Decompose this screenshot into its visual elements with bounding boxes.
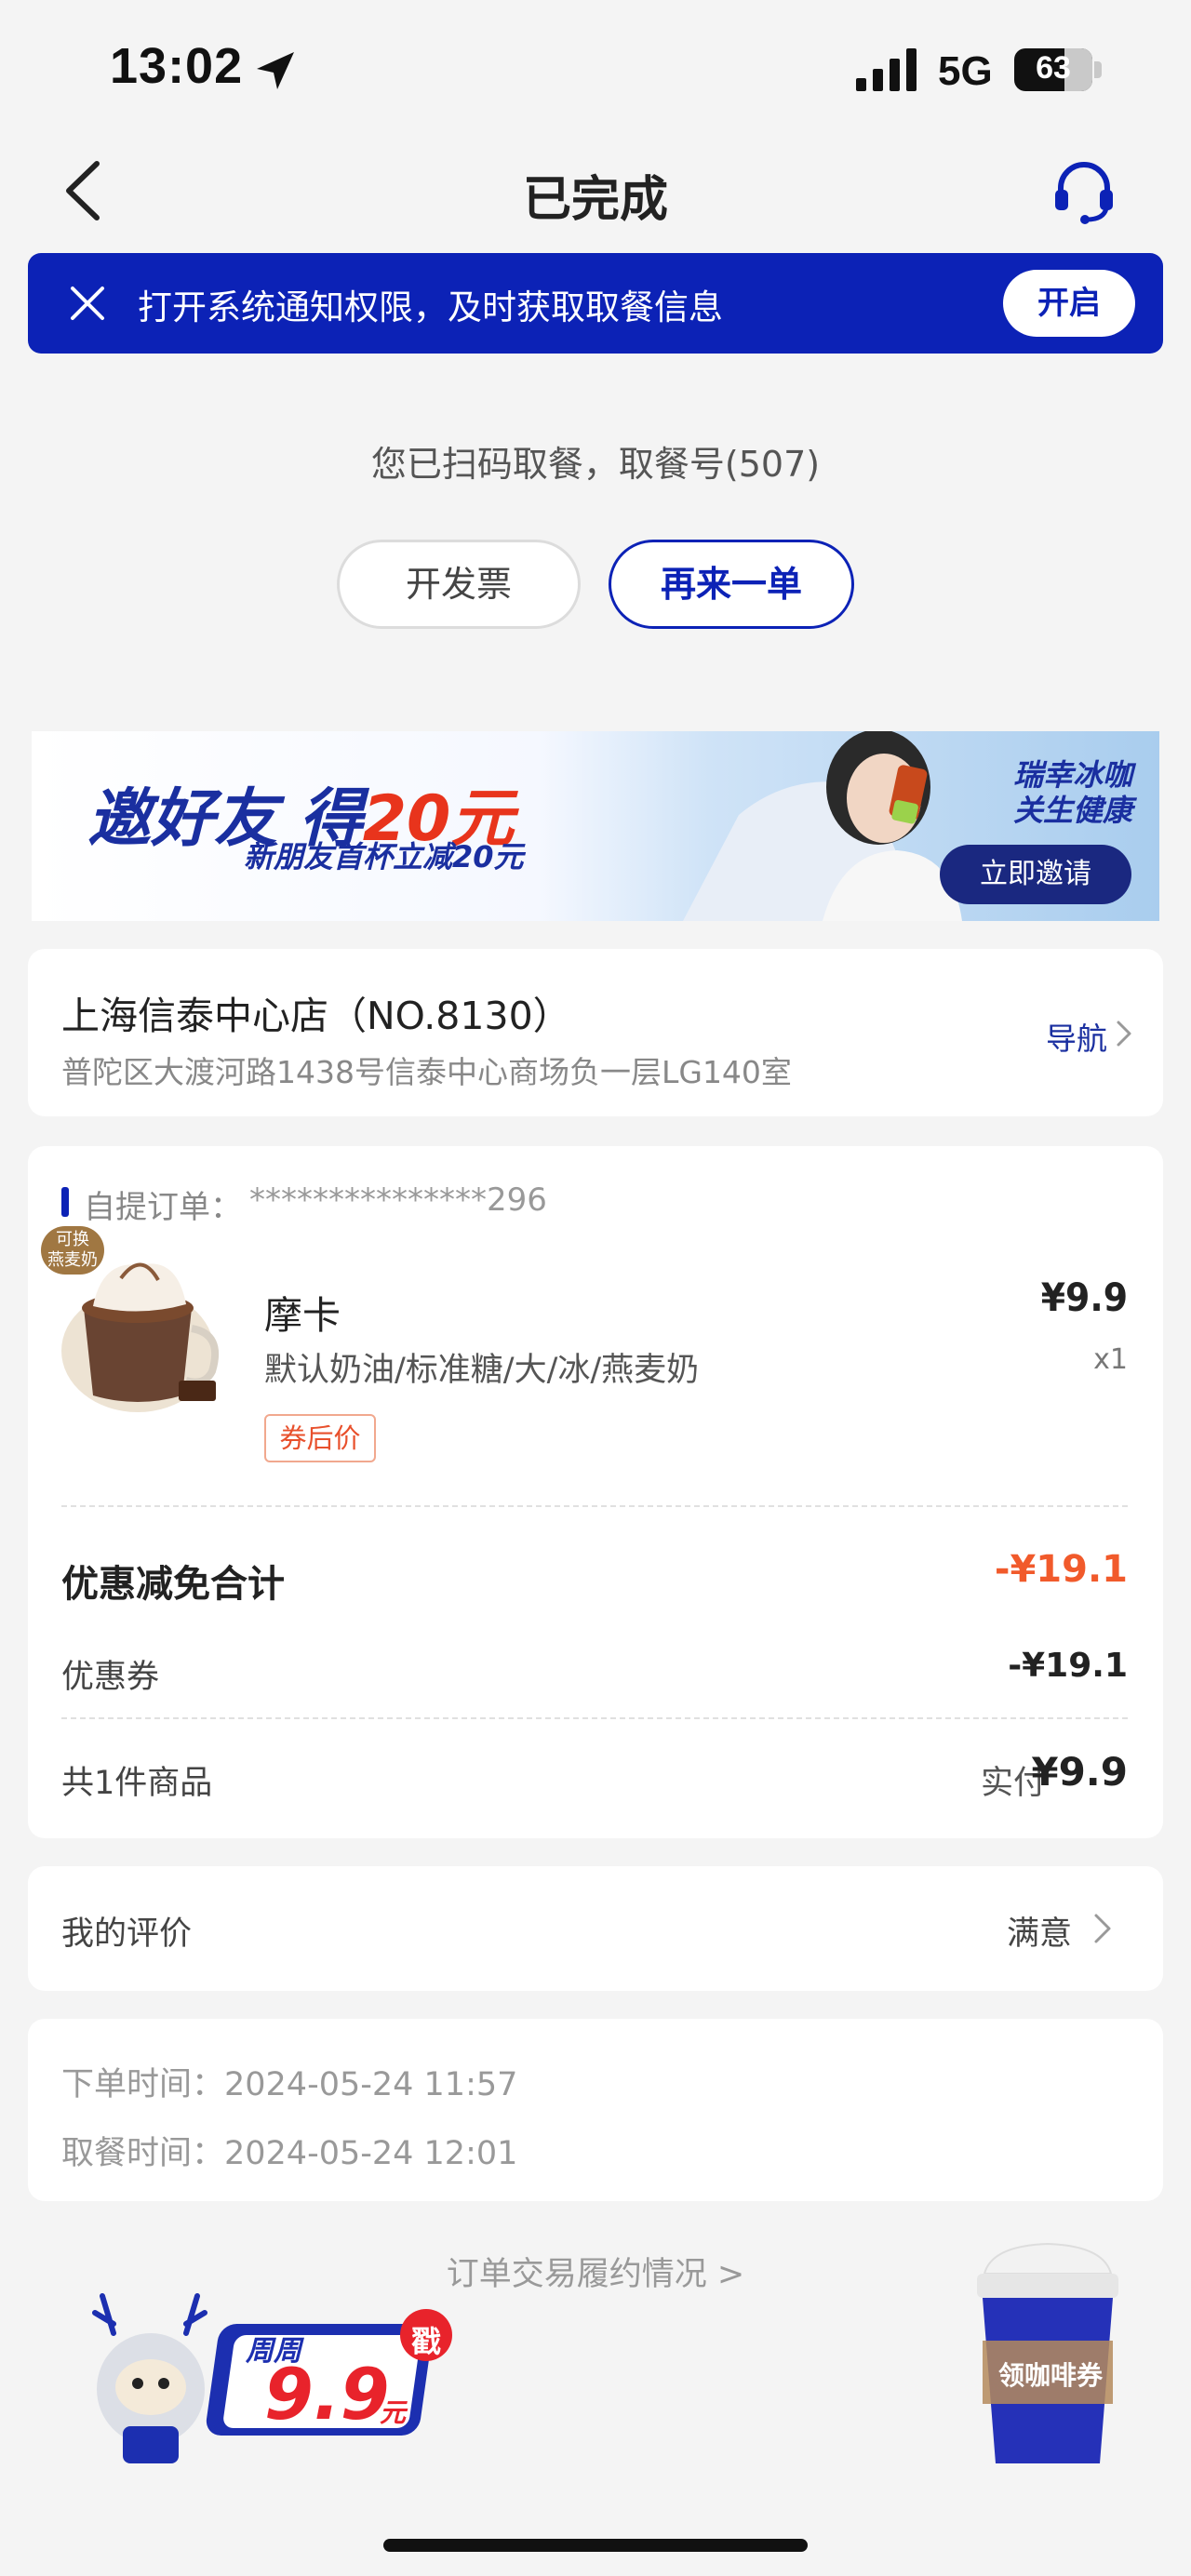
notification-text: 打开系统通知权限，及时获取取餐信息 [138,287,723,327]
review-card[interactable] [28,1866,1163,1991]
invite-promo-banner[interactable]: 邀好友 得20元 新朋友首杯立减20元 瑞幸冰咖 关生健康 立即邀请 [32,731,1159,921]
store-name: 上海信泰中心店（NO.8130） [61,994,571,1038]
pickup-time: 取餐时间：2024-05-24 12:01 [61,2135,518,2172]
enable-notifications-button[interactable]: 开启 [1003,270,1135,337]
coupon-value: -¥19.1 [1008,1647,1128,1685]
coffee-coupon-label: 领咖啡券 [997,2360,1103,2391]
cellular-signal-icon [856,48,917,91]
battery-icon: 63 [1014,48,1104,91]
chevron-right-icon[interactable] [1089,1911,1117,1946]
order-type-label: 自提订单： [84,1189,242,1226]
review-value[interactable]: 满意 [1007,1907,1072,1955]
home-indicator [383,2539,808,2552]
store-address: 普陀区大渡河路1438号信泰中心商场负一层LG140室 [61,1054,792,1090]
coffee-coupon-button[interactable]: 领咖啡券 [964,2236,1137,2471]
weekly-unit: 元 [380,2397,407,2428]
pickup-message: 您已扫码取餐，取餐号(507) [370,444,821,485]
coffee-cup-icon [977,2242,1118,2463]
items-count: 共1件商品 [61,1765,213,1802]
order-accent-bar [61,1187,69,1217]
invoice-button[interactable]: 开发票 [337,540,581,629]
headset-icon[interactable] [1050,156,1118,225]
promo-subtitle: 新朋友首杯立减20元 [244,839,524,874]
review-label: 我的评价 [61,1915,193,1953]
paid-amount: ¥9.9 [1031,1749,1128,1795]
divider [61,1717,1128,1719]
coupon-label: 优惠券 [61,1659,160,1696]
status-time: 13:02 [110,38,244,94]
promo-slogan: 瑞幸冰咖 关生健康 [1012,757,1132,828]
page-title: 已完成 [522,172,668,228]
chevron-right-icon[interactable] [1111,1018,1135,1049]
weekly-stamp: 戳 [411,2324,442,2359]
divider [61,1505,1128,1507]
product-spec: 默认奶油/标准糖/大/冰/燕麦奶 [264,1352,700,1389]
order-time: 下单时间：2024-05-24 11:57 [61,2066,518,2103]
network-type: 5G [938,48,993,94]
weekly-price: 9.9 [264,2353,390,2436]
weekly-deal-badge[interactable]: 周周 9.9 元 戳 [86,2287,467,2473]
coupon-price-tag: 券后价 [264,1414,376,1462]
product-quantity: x1 [1093,1343,1128,1376]
product-price: ¥9.9 [1040,1275,1128,1320]
order-number: ***************296 [249,1181,547,1219]
battery-level: 63 [1036,50,1071,86]
close-icon[interactable] [67,283,108,324]
location-arrow-icon [257,52,294,89]
discount-total-label: 优惠减免合计 [61,1563,285,1606]
invite-button[interactable]: 立即邀请 [940,845,1131,904]
product-name: 摩卡 [264,1293,341,1338]
reorder-button[interactable]: 再来一单 [609,540,854,629]
discount-total-value: -¥19.1 [994,1548,1128,1591]
navigate-button[interactable]: 导航 [1046,1014,1107,1059]
product-badge: 可换 燕麦奶 [41,1226,104,1275]
